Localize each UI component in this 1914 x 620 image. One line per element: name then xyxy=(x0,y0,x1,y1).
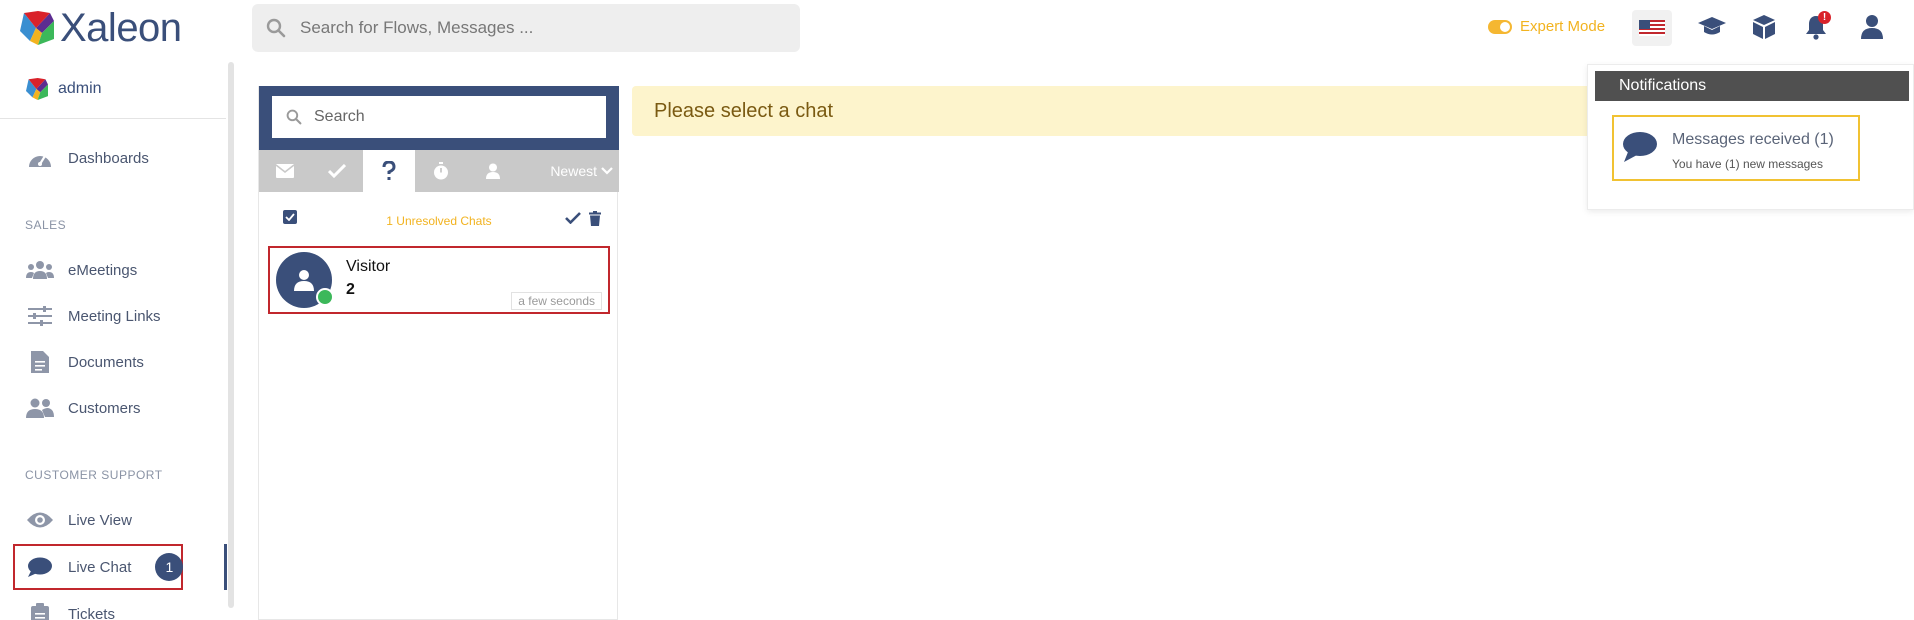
chat-list-item[interactable]: Visitor 2 a few seconds xyxy=(268,246,610,314)
tab-unresolved[interactable] xyxy=(363,150,415,192)
trash-icon xyxy=(589,210,601,226)
chat-filter-tabs: Newest xyxy=(259,150,619,192)
tab-all-messages[interactable] xyxy=(259,150,311,192)
toggle-switch[interactable] xyxy=(1488,19,1512,34)
sidebar-item-emeetings[interactable]: eMeetings xyxy=(26,256,137,284)
global-search[interactable] xyxy=(252,4,800,52)
modules-button[interactable] xyxy=(1748,11,1780,43)
sort-label: Newest xyxy=(550,163,597,179)
profile-button[interactable] xyxy=(1856,11,1888,43)
chat-visitor-name: Visitor xyxy=(346,258,391,275)
sidebar-item-meeting-links[interactable]: Meeting Links xyxy=(26,302,161,330)
user-name: admin xyxy=(58,80,102,97)
chat-list-panel: Newest 1 Unresolved Chats Visitor 2 a fe… xyxy=(258,86,619,620)
user-logo-icon xyxy=(26,78,48,100)
sidebar-item-label: Live View xyxy=(68,511,132,529)
search-icon xyxy=(286,109,302,125)
tab-assigned[interactable] xyxy=(467,150,519,192)
users-icon xyxy=(26,258,54,282)
chat-bubble-icon xyxy=(26,555,54,579)
select-chat-banner: Please select a chat xyxy=(632,86,1652,136)
gauge-icon xyxy=(26,146,54,170)
user-icon xyxy=(486,163,500,179)
logo[interactable]: Xaleon xyxy=(20,8,182,48)
chat-search[interactable] xyxy=(272,96,606,138)
sliders-icon xyxy=(26,304,54,328)
delete-selected-button[interactable] xyxy=(587,210,603,226)
check-icon xyxy=(328,164,346,178)
stopwatch-icon xyxy=(434,162,448,180)
chat-timestamp: a few seconds xyxy=(511,292,602,310)
eye-icon xyxy=(26,508,54,532)
bulk-actions-row: 1 Unresolved Chats xyxy=(259,192,619,242)
sidebar-item-live-view[interactable]: Live View xyxy=(26,506,132,534)
expert-mode-label: Expert Mode xyxy=(1520,18,1606,35)
expert-mode-toggle[interactable]: Expert Mode xyxy=(1488,18,1605,35)
envelope-icon xyxy=(276,164,294,178)
customers-icon xyxy=(26,396,54,420)
sidebar-item-live-chat[interactable]: Live Chat 1 xyxy=(26,553,184,581)
sidebar-item-dashboards[interactable]: Dashboards xyxy=(26,144,149,172)
search-icon xyxy=(266,18,286,38)
brand-name: Xaleon xyxy=(60,6,182,50)
sidebar-item-label: Customers xyxy=(68,399,141,417)
cube-icon xyxy=(1753,15,1775,39)
chat-bubble-icon xyxy=(1623,132,1657,162)
document-icon xyxy=(26,350,54,374)
sidebar-item-label: Documents xyxy=(68,353,144,371)
sidebar-active-indicator xyxy=(224,544,227,590)
user-icon xyxy=(294,270,314,291)
sidebar-user[interactable]: admin xyxy=(26,78,102,100)
sidebar-item-documents[interactable]: Documents xyxy=(26,348,144,376)
chat-search-input[interactable] xyxy=(314,108,594,126)
notification-description: You have (1) new messages xyxy=(1672,157,1823,171)
global-search-input[interactable] xyxy=(300,18,780,38)
sidebar-item-label: Live Chat xyxy=(68,558,132,576)
question-icon xyxy=(382,161,396,180)
us-flag-icon xyxy=(1639,20,1665,36)
chat-visitor-number: 2 xyxy=(346,281,355,298)
notification-title: Messages received (1) xyxy=(1672,131,1834,148)
notifications-dropdown: Notifications Messages received (1) You … xyxy=(1587,64,1914,210)
xaleon-logo-icon xyxy=(20,11,54,45)
academy-button[interactable] xyxy=(1696,11,1728,43)
sidebar-scrollbar[interactable] xyxy=(228,62,234,608)
top-bar: Xaleon Expert Mode xyxy=(0,0,1914,58)
sidebar-item-label: Dashboards xyxy=(68,149,149,167)
sidebar xyxy=(0,58,226,620)
resolve-selected-button[interactable] xyxy=(565,210,581,226)
language-selector[interactable] xyxy=(1632,10,1672,46)
sidebar-item-label: eMeetings xyxy=(68,261,138,279)
notification-badge: ! xyxy=(1818,11,1831,24)
live-chat-count-badge: 1 xyxy=(155,553,184,581)
chevron-down-icon xyxy=(601,167,613,175)
ticket-icon xyxy=(26,602,54,620)
graduation-cap-icon xyxy=(1698,17,1726,35)
tab-resolved[interactable] xyxy=(311,150,363,192)
sidebar-item-label: Meeting Links xyxy=(68,307,161,325)
notification-item[interactable]: Messages received (1) You have (1) new m… xyxy=(1612,115,1860,181)
check-icon xyxy=(565,212,581,224)
section-label-support: CUSTOMER SUPPORT xyxy=(25,468,163,482)
chat-search-bar xyxy=(259,86,619,150)
sidebar-item-customers[interactable]: Customers xyxy=(26,394,141,422)
sidebar-item-tickets[interactable]: Tickets xyxy=(26,600,115,620)
tab-pending[interactable] xyxy=(415,150,467,192)
sidebar-item-label: Tickets xyxy=(68,605,115,620)
select-chat-text: Please select a chat xyxy=(654,99,833,122)
notifications-button[interactable]: ! xyxy=(1800,11,1832,43)
notifications-title: Notifications xyxy=(1595,71,1909,101)
user-icon xyxy=(1861,15,1883,39)
sort-dropdown[interactable]: Newest xyxy=(550,150,619,192)
section-label-sales: SALES xyxy=(25,218,67,232)
sidebar-divider xyxy=(0,118,226,119)
online-status-indicator xyxy=(316,288,334,306)
